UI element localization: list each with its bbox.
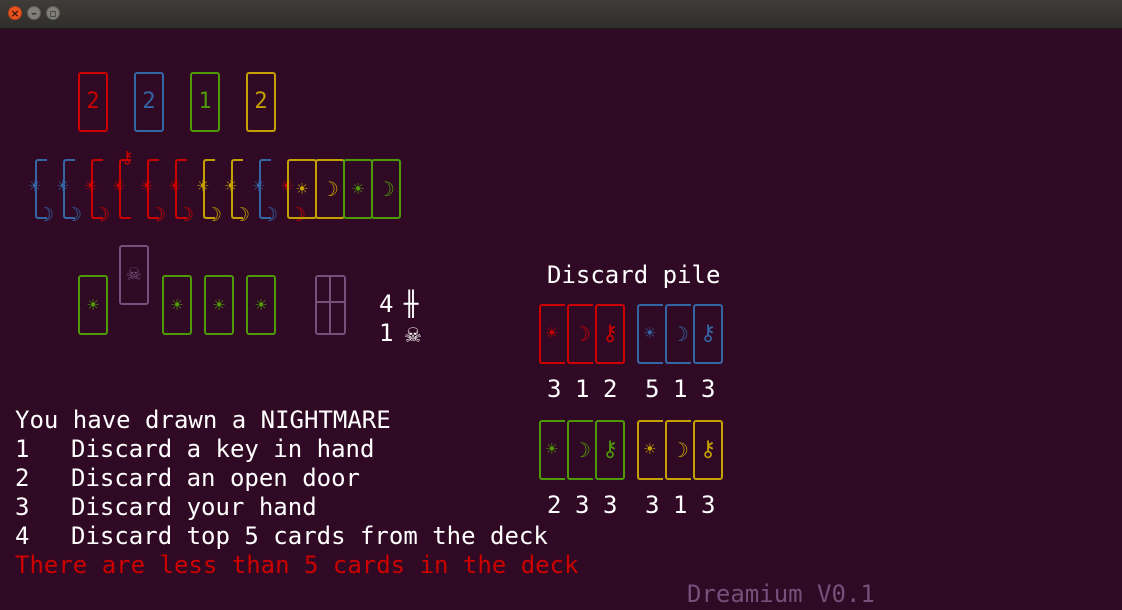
moon-icon: ☽	[177, 204, 195, 226]
labyrinth-card: ☀	[246, 275, 276, 335]
option-3-text: Discard your hand	[71, 493, 317, 521]
hand-card: ☀	[287, 159, 317, 219]
discard-card: ⚷	[693, 304, 723, 364]
discard-pile-title: Discard pile	[547, 261, 721, 289]
terminal-area: 2212 ☀ ☽ ☀ ☽ ☀ ☽ ☀ ⚷ ☀ ☽ ☀ ☽ ☀ ☽ ☀ ☽ ☀ ☽ ☀ ☽ ☀ ☽ ☀ ☽ ☀ ☠ ☀ ☀ ☀ 4 ╫ …	[0, 29, 1122, 610]
discard-card: ⚷	[693, 420, 723, 480]
labyrinth-card: ☠	[119, 245, 149, 305]
moon-icon: ☽	[93, 204, 111, 226]
option-3-key: 3	[15, 493, 30, 521]
moon-icon: ☽	[233, 204, 251, 226]
moon-icon: ☽	[573, 322, 591, 346]
window-titlebar: × – ▫	[0, 0, 1122, 29]
option-1-key: 1	[15, 435, 30, 463]
deck-count: 4	[379, 290, 394, 318]
sun-icon: ☀	[168, 177, 182, 195]
deck-icon: ╫	[404, 290, 419, 318]
sun-icon: ☀	[170, 295, 184, 314]
sun-icon: ☀	[84, 177, 98, 195]
moon-icon: ☽	[377, 177, 395, 201]
moon-icon: ☽	[37, 204, 55, 226]
moon-icon: ☽	[573, 438, 591, 462]
key-icon: ⚷	[601, 437, 619, 462]
discard-count: 2	[603, 375, 618, 403]
sun-icon: ☀	[252, 177, 266, 195]
door-count-value: 2	[142, 89, 156, 114]
discard-card: ⚷	[595, 304, 625, 364]
labyrinth-card: ☀	[78, 275, 108, 335]
skull-icon: ☠	[125, 264, 143, 285]
moon-icon: ☽	[261, 204, 279, 226]
sun-icon: ☀	[86, 295, 100, 314]
sun-icon: ☀	[112, 177, 126, 195]
sun-icon: ☀	[28, 177, 42, 195]
discard-count: 1	[673, 375, 688, 403]
sun-icon: ☀	[351, 179, 365, 198]
discard-count: 3	[701, 491, 716, 519]
nightmare-count: 1	[379, 319, 394, 347]
minimize-button[interactable]: –	[27, 6, 41, 20]
discard-count: 2	[547, 491, 562, 519]
version-label: Dreamium V0.1	[687, 580, 875, 608]
sun-icon: ☀	[254, 295, 268, 314]
skull-icon: ☠	[404, 323, 422, 347]
key-icon: ⚷	[601, 321, 619, 346]
moon-icon: ☽	[65, 204, 83, 226]
hand-card: ☽	[315, 159, 345, 219]
discard-count: 3	[547, 375, 562, 403]
sun-icon: ☀	[643, 324, 657, 342]
door-count-card: 1	[190, 72, 220, 132]
labyrinth-card: ☀	[204, 275, 234, 335]
door-count-value: 2	[86, 89, 100, 114]
discard-count: 3	[645, 491, 660, 519]
discard-count: 3	[603, 491, 618, 519]
moon-icon: ☽	[671, 322, 689, 346]
sun-icon: ☀	[140, 177, 154, 195]
moon-icon: ☽	[205, 204, 223, 226]
discard-count: 3	[701, 375, 716, 403]
warning-message: There are less than 5 cards in the deck	[15, 551, 579, 579]
option-1-text: Discard a key in hand	[71, 435, 375, 463]
door-count-card: 2	[246, 72, 276, 132]
option-2-text: Discard an open door	[71, 464, 360, 492]
door-card-icon	[315, 275, 346, 335]
discard-count: 1	[575, 375, 590, 403]
discard-card: ⚷	[595, 420, 625, 480]
door-count-card: 2	[78, 72, 108, 132]
key-icon: ⚷	[699, 321, 717, 346]
door-count-value: 2	[254, 89, 268, 114]
labyrinth-card: ☀	[162, 275, 192, 335]
key-icon: ⚷	[699, 437, 717, 462]
discard-count: 1	[673, 491, 688, 519]
door-count-card: 2	[134, 72, 164, 132]
sun-icon: ☀	[56, 177, 70, 195]
option-2-key: 2	[15, 464, 30, 492]
close-button[interactable]: ×	[8, 6, 22, 20]
moon-icon: ☽	[671, 438, 689, 462]
sun-icon: ☀	[545, 324, 559, 342]
moon-icon: ☽	[149, 204, 167, 226]
door-count-value: 1	[198, 89, 212, 114]
hand-card: ☀	[343, 159, 373, 219]
maximize-button[interactable]: ▫	[46, 6, 60, 20]
sun-icon: ☀	[196, 177, 210, 195]
discard-count: 3	[575, 491, 590, 519]
key-icon: ⚷	[121, 148, 134, 168]
sun-icon: ☀	[643, 440, 657, 458]
discard-count: 5	[645, 375, 660, 403]
sun-icon: ☀	[224, 177, 238, 195]
sun-icon: ☀	[212, 295, 226, 314]
option-4-key: 4	[15, 522, 30, 550]
message-header: You have drawn a NIGHTMARE	[15, 406, 391, 434]
sun-icon: ☀	[545, 440, 559, 458]
sun-icon: ☀	[295, 179, 309, 198]
hand-card: ☽	[371, 159, 401, 219]
moon-icon: ☽	[321, 177, 339, 201]
option-4-text: Discard top 5 cards from the deck	[71, 522, 548, 550]
